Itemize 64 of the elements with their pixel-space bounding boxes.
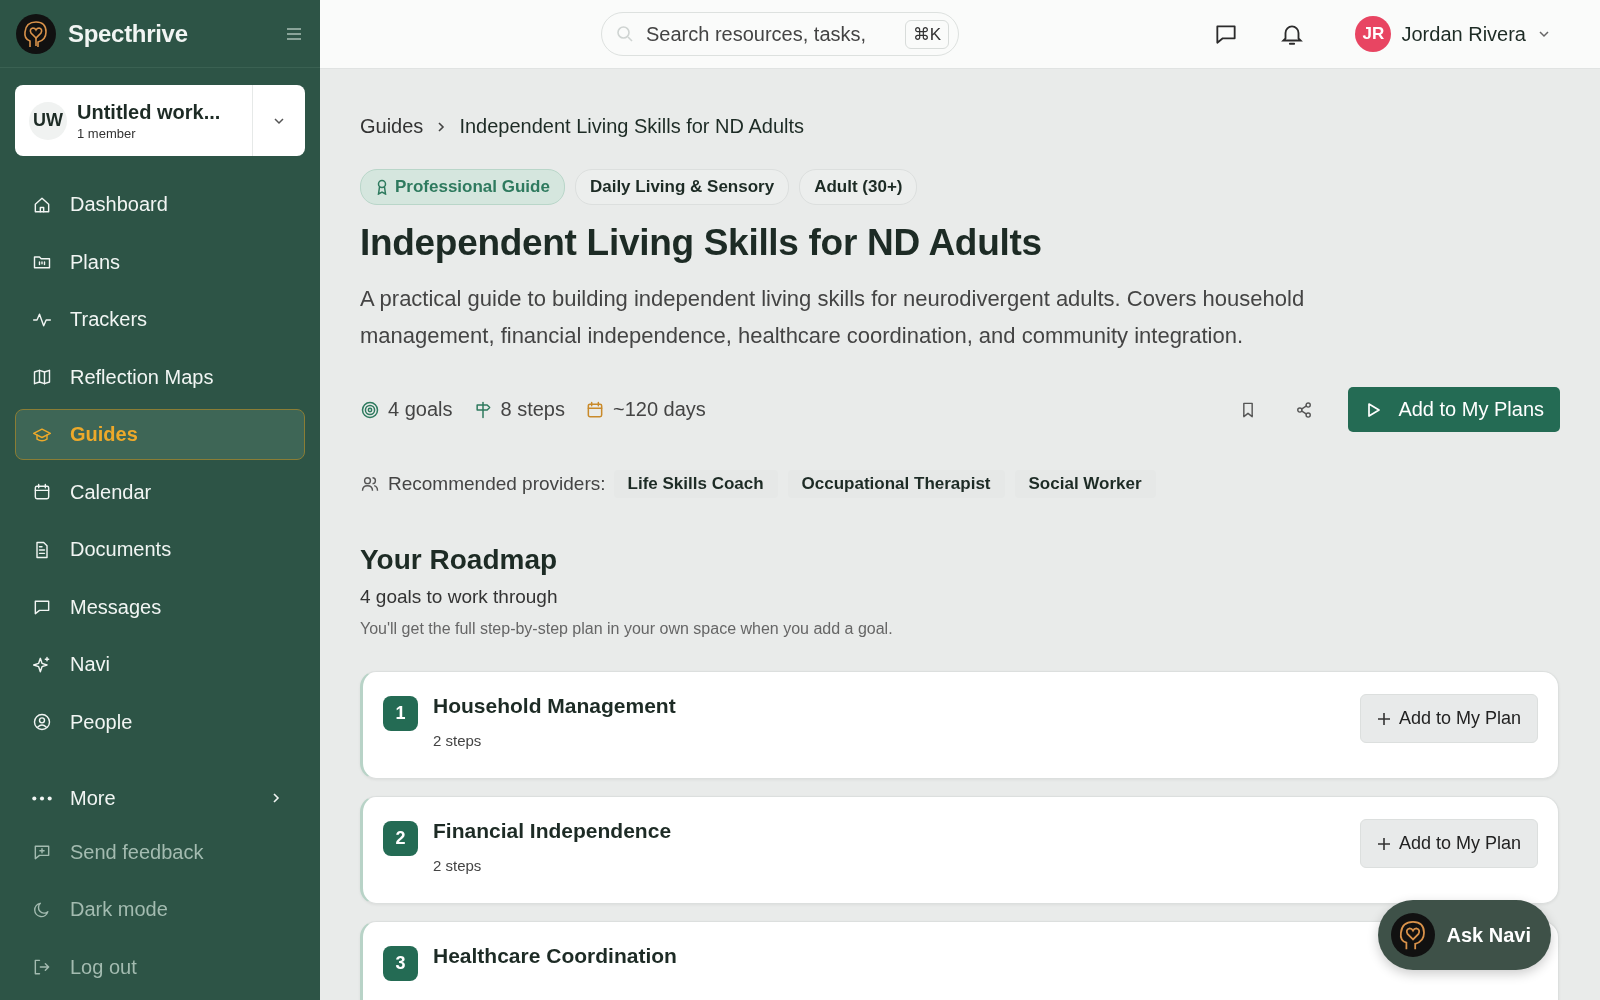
roadmap-title: Your Roadmap	[360, 544, 559, 576]
nav-item[interactable]: Reflection Maps	[15, 351, 305, 403]
roadmap-note: You'll get the full step-by-step plan in your own space when you add a goal.	[360, 620, 894, 638]
nav-item[interactable]: Calendar	[15, 466, 305, 518]
more-icon	[32, 795, 52, 801]
ask-navi-floating-button[interactable]: Ask Navi	[1377, 900, 1551, 970]
nav-item[interactable]: Documents	[15, 524, 305, 575]
workspace-avatar: UW	[29, 101, 67, 140]
guide-description: A practical guide to building independent living skills for neurodivergent adults. Covers household management, financial independence, healthcare coordination, and community integration.	[360, 285, 1306, 350]
guide-title: Independent Living Skills for ND Adults	[360, 222, 1043, 264]
tag: Professional Guide	[360, 169, 565, 205]
goal-title: Healthcare Coordination	[433, 944, 678, 968]
nav-item[interactable]: Navi	[15, 639, 305, 690]
sidebar-action[interactable]: Send feedback	[15, 826, 305, 878]
goal-number: 1	[383, 696, 418, 731]
nav-item[interactable]: Plans	[15, 236, 305, 288]
logout-icon	[32, 957, 52, 977]
tag: Daily Living & Sensory	[574, 169, 790, 205]
roadmap-subtitle: 4 goals to work through	[360, 586, 559, 608]
plus-icon	[1376, 836, 1391, 851]
tag: Adult (30+)	[799, 169, 918, 205]
stat-text: ~120 days	[613, 398, 706, 421]
goal-steps: 2 steps	[433, 857, 1360, 874]
stat-text: 8 steps	[500, 398, 565, 421]
user-menu[interactable]: JR Jordan Rivera	[1355, 16, 1552, 52]
goal-title: Financial Independence	[433, 819, 673, 843]
workspace-switcher[interactable]: UW Untitled work... 1 member	[15, 85, 305, 156]
goal-steps: 2 steps	[433, 732, 1360, 749]
person-icon	[32, 712, 52, 732]
brand-name: Specthrive	[68, 19, 189, 48]
brand-logo-icon	[1390, 913, 1435, 957]
plus-icon	[1376, 711, 1391, 726]
people-icon	[360, 474, 380, 494]
nav-item[interactable]: People	[15, 696, 305, 748]
calendar-icon	[32, 482, 52, 502]
brand-logo-icon	[16, 13, 56, 54]
nav-item[interactable]: Trackers	[15, 294, 305, 345]
shortcut-hint: ⌘K	[904, 20, 949, 49]
map-icon	[32, 367, 52, 387]
goal-number: 3	[383, 946, 418, 981]
goal-number: 2	[383, 821, 418, 856]
workspace-members: 1 member	[77, 125, 137, 141]
breadcrumb-item: Independent Living Skills for ND Adults	[459, 115, 804, 138]
chat-icon	[32, 597, 52, 617]
goal-title: Household Management	[433, 694, 677, 718]
workspace-name: Untitled work...	[77, 100, 222, 124]
sidebar-action[interactable]: Log out	[15, 941, 305, 993]
user-avatar: JR	[1355, 16, 1392, 52]
target-icon	[360, 399, 380, 420]
more-menu-item[interactable]: More	[15, 776, 305, 820]
sidebar-action[interactable]: Dark mode	[15, 884, 305, 935]
providers-label: Recommended providers:	[388, 473, 606, 495]
calendar-icon	[585, 399, 605, 420]
add-to-plan-button[interactable]: Add to My Plan	[1359, 819, 1538, 868]
sparkle-icon	[32, 654, 52, 675]
nav-item[interactable]: Dashboard	[15, 179, 305, 230]
add-to-plans-button[interactable]: Add to My Plans	[1348, 387, 1560, 432]
stat-text: 4 goals	[388, 398, 453, 421]
breadcrumb-item[interactable]: Guides	[360, 115, 424, 138]
search-icon	[615, 24, 635, 44]
award-icon	[375, 179, 389, 195]
add-to-plan-button[interactable]: Add to My Plan	[1359, 694, 1538, 743]
nav-item[interactable]: Messages	[15, 581, 305, 633]
feedback-icon	[32, 842, 52, 862]
